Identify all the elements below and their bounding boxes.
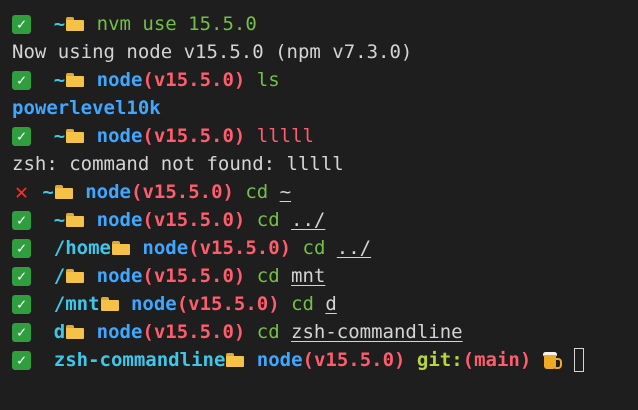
node-label: node bbox=[96, 265, 143, 287]
node-version: (v15.5.0) bbox=[142, 321, 246, 343]
open-folder-icon bbox=[66, 269, 85, 283]
prompt-line: ✓ /mnt node (v15.5.0) cd d bbox=[12, 290, 626, 318]
prompt-dir: ~ bbox=[53, 209, 66, 231]
node-version: (v15.5.0) bbox=[302, 349, 406, 371]
node-version: (v15.5.0) bbox=[142, 265, 246, 287]
command-text: cd bbox=[256, 209, 280, 231]
command-text-invalid: lllll bbox=[256, 125, 314, 147]
command-text: cd bbox=[245, 181, 269, 203]
open-folder-icon bbox=[54, 185, 74, 199]
open-folder-icon bbox=[66, 73, 85, 87]
prompt-dir: /mnt bbox=[53, 293, 100, 315]
open-folder-icon bbox=[226, 353, 245, 367]
text-cursor[interactable] bbox=[574, 348, 585, 372]
check-mark-icon: ✓ bbox=[12, 266, 31, 286]
prompt-dir: ~ bbox=[42, 181, 54, 203]
node-label: node bbox=[96, 125, 143, 147]
check-mark-icon: ✓ bbox=[12, 350, 31, 370]
check-mark-icon: ✓ bbox=[12, 70, 31, 90]
command-text: cd bbox=[302, 237, 326, 259]
node-version: (v15.5.0) bbox=[142, 69, 246, 91]
beer-mugs-icon bbox=[542, 350, 563, 370]
open-folder-icon bbox=[112, 241, 131, 255]
prompt-dir: ~ bbox=[53, 13, 66, 35]
output-line: powerlevel10k bbox=[12, 94, 626, 122]
check-mark-icon: ✓ bbox=[12, 210, 31, 230]
open-folder-icon bbox=[66, 213, 85, 227]
prompt-line: ✓ / node (v15.5.0) cd mnt bbox=[12, 262, 626, 290]
command-arg: ../ bbox=[291, 209, 326, 231]
output-line: zsh: command not found: lllll bbox=[12, 150, 626, 178]
output-line: Now using node v15.5.0 (npm v7.3.0) bbox=[12, 38, 626, 66]
prompt-line: ✓ ~ node (v15.5.0) cd ../ bbox=[12, 206, 626, 234]
command-arg: mnt bbox=[291, 265, 326, 287]
command-arg: zsh-commandline bbox=[291, 321, 463, 343]
node-label: node bbox=[85, 181, 131, 203]
prompt-line: ✓ /home node (v15.5.0) cd ../ bbox=[12, 234, 626, 262]
node-version: (v15.5.0) bbox=[188, 237, 292, 259]
prompt-line: ✓ ~ node (v15.5.0) ls bbox=[12, 66, 626, 94]
prompt-line: ✓ ~ nvm use 15.5.0 bbox=[12, 10, 626, 38]
check-mark-icon: ✓ bbox=[12, 238, 31, 258]
command-text: ls bbox=[256, 69, 280, 91]
check-mark-icon: ✓ bbox=[12, 14, 31, 34]
terminal-window[interactable]: ✓ ~ nvm use 15.5.0 Now using node v15.5.0 … bbox=[0, 0, 638, 410]
open-folder-icon bbox=[100, 297, 120, 311]
prompt-line: ✕ ~ node (v15.5.0) cd ~ bbox=[12, 178, 626, 206]
prompt-dir: ~ bbox=[53, 69, 66, 91]
command-arg: d bbox=[325, 293, 337, 315]
command-text: cd bbox=[256, 321, 280, 343]
check-mark-icon: ✓ bbox=[12, 294, 31, 314]
prompt-line: ✓ ~ node (v15.5.0) lllll bbox=[12, 122, 626, 150]
node-version: (v15.5.0) bbox=[131, 181, 234, 203]
prompt-dir: ~ bbox=[53, 125, 66, 147]
command-arg: ../ bbox=[336, 237, 372, 259]
prompt-dir: /home bbox=[53, 237, 111, 259]
output-directory-entry: powerlevel10k bbox=[12, 97, 161, 119]
node-label: node bbox=[96, 69, 143, 91]
check-mark-icon: ✓ bbox=[12, 322, 31, 342]
active-prompt-line[interactable]: ✓ zsh-commandline node (v15.5.0) git: (main) bbox=[12, 346, 626, 374]
prompt-dir: d bbox=[53, 321, 66, 343]
command-text: nvm use 15.5.0 bbox=[96, 13, 257, 35]
node-label: node bbox=[142, 237, 189, 259]
cross-mark-icon: ✕ bbox=[14, 179, 29, 205]
check-mark-icon: ✓ bbox=[12, 126, 31, 146]
open-folder-icon bbox=[66, 129, 85, 143]
prompt-line: ✓ d node (v15.5.0) cd zsh-commandline bbox=[12, 318, 626, 346]
prompt-dir: / bbox=[53, 265, 66, 287]
git-label: git: bbox=[416, 349, 463, 371]
node-version: (v15.5.0) bbox=[142, 209, 246, 231]
node-label: node bbox=[256, 349, 303, 371]
output-text: Now using node v15.5.0 (npm v7.3.0) bbox=[12, 41, 413, 63]
git-branch: (main) bbox=[462, 349, 532, 371]
node-label: node bbox=[130, 293, 177, 315]
command-text: cd bbox=[291, 293, 314, 315]
node-label: node bbox=[96, 321, 143, 343]
node-version: (v15.5.0) bbox=[142, 125, 246, 147]
node-version: (v15.5.0) bbox=[176, 293, 280, 315]
node-label: node bbox=[96, 209, 143, 231]
command-arg: ~ bbox=[279, 181, 292, 203]
open-folder-icon bbox=[66, 17, 85, 31]
open-folder-icon bbox=[66, 325, 85, 339]
error-output-text: zsh: command not found: lllll bbox=[12, 153, 344, 175]
command-text: cd bbox=[256, 265, 280, 287]
prompt-dir: zsh-commandline bbox=[53, 349, 226, 371]
